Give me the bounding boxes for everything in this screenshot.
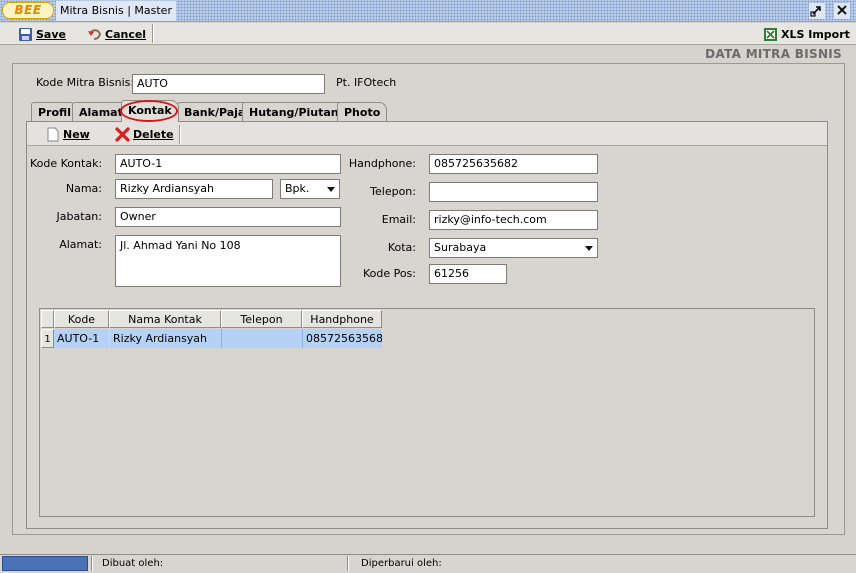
chevron-down-icon: [327, 187, 335, 192]
cancel-button[interactable]: Cancel: [87, 26, 146, 44]
delete-label: Delete: [133, 128, 174, 141]
chevron-down-icon: [585, 246, 593, 251]
progress-block: [2, 556, 88, 571]
kode-kontak-label: Kode Kontak:: [30, 157, 103, 170]
tab-profil[interactable]: Profil: [31, 102, 78, 121]
kode-mitra-label: Kode Mitra Bisnis:: [36, 76, 135, 89]
kota-label: Kota:: [387, 241, 416, 254]
alamat-textarea[interactable]: Jl. Ahmad Yani No 108: [115, 235, 341, 287]
column-header-handphone[interactable]: Handphone: [302, 310, 382, 328]
alamat-label: Alamat:: [59, 238, 102, 251]
tab-photo[interactable]: Photo: [337, 102, 388, 121]
toolbar-separator: [152, 24, 154, 43]
app-logo: BEE: [2, 2, 54, 19]
column-header-telepon[interactable]: Telepon: [221, 310, 302, 328]
save-button[interactable]: Save: [18, 26, 66, 44]
new-label: New: [63, 128, 90, 141]
save-icon: [19, 28, 32, 41]
email-input[interactable]: rizky@info-tech.com: [429, 210, 598, 230]
dibuat-oleh-label: Dibuat oleh:: [102, 558, 164, 569]
handphone-label: Handphone:: [348, 157, 416, 170]
xls-import-button[interactable]: XLS Import: [763, 26, 850, 44]
diperbarui-oleh-label: Diperbarui oleh:: [361, 558, 442, 569]
column-header-kode[interactable]: Kode Ko...: [54, 310, 109, 344]
kota-select[interactable]: Surabaya: [429, 238, 598, 258]
jabatan-label: Jabatan:: [56, 210, 102, 223]
kode-mitra-input[interactable]: AUTO: [132, 74, 325, 94]
cell-nama[interactable]: Rizky Ardiansyah: [109, 329, 221, 348]
cell-kode[interactable]: AUTO-1: [54, 329, 109, 348]
excel-icon: [764, 28, 777, 41]
new-button[interactable]: New: [45, 126, 90, 144]
xls-import-label: XLS Import: [781, 28, 850, 41]
column-header-nama[interactable]: Nama Kontak: [109, 310, 221, 328]
nama-input[interactable]: Rizky Ardiansyah: [115, 179, 273, 199]
cell-handphone[interactable]: 085725635682: [302, 329, 382, 348]
jabatan-input[interactable]: Owner: [115, 207, 341, 227]
save-label: Save: [36, 28, 66, 41]
page-title: DATA MITRA BISNIS: [705, 47, 842, 61]
company-name: Pt. IFOtech: [336, 76, 397, 89]
title-select[interactable]: Bpk.: [280, 179, 340, 199]
delete-button[interactable]: Delete: [115, 126, 174, 144]
handphone-input[interactable]: 085725635682: [429, 154, 598, 174]
table-corner: [41, 310, 54, 328]
kontak-toolbar-separator: [179, 125, 181, 144]
telepon-input[interactable]: [429, 182, 598, 202]
email-label: Email:: [381, 213, 416, 226]
window-title: Mitra Bisnis | Master: [56, 1, 176, 21]
kodepos-label: Kode Pos:: [362, 267, 416, 280]
restore-icon[interactable]: [809, 3, 825, 19]
title-select-value: Bpk.: [285, 182, 310, 195]
undo-icon: [88, 29, 102, 40]
kodepos-input[interactable]: 61256: [429, 264, 507, 284]
kota-select-value: Surabaya: [434, 241, 487, 254]
telepon-label: Telepon:: [370, 185, 416, 198]
close-icon[interactable]: [834, 3, 850, 19]
cell-telepon[interactable]: [221, 329, 302, 348]
kode-kontak-input[interactable]: AUTO-1: [115, 154, 341, 174]
nama-label: Nama:: [65, 182, 102, 195]
row-number[interactable]: 1: [41, 329, 54, 348]
status-divider: [347, 556, 349, 571]
status-divider: [91, 556, 93, 571]
new-document-icon: [47, 127, 59, 142]
tab-kontak[interactable]: Kontak: [121, 100, 179, 122]
cancel-label: Cancel: [105, 28, 147, 41]
delete-icon: [115, 127, 130, 142]
